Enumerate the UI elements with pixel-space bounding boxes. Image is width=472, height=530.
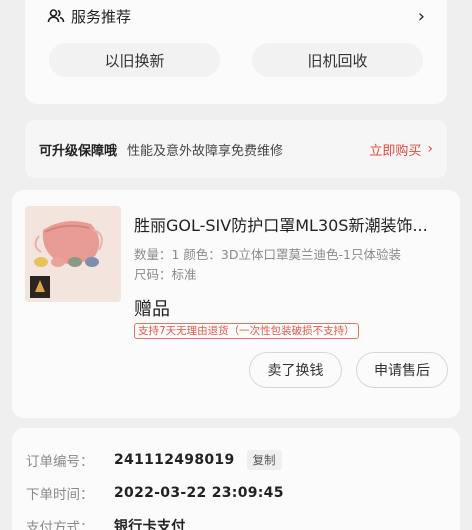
chevron-right-icon: › — [417, 5, 425, 27]
service-recommend-title: 服务推荐 — [71, 7, 132, 26]
people-icon — [47, 9, 65, 23]
order-info-card: 订单编号： 241112498019 复制 下单时间： 2022-03-22 2… — [12, 428, 460, 530]
product-thumbnail[interactable] — [25, 206, 121, 302]
gift-label: 赠品 — [134, 299, 170, 320]
recycle-button[interactable]: 旧机回收 — [252, 43, 423, 77]
order-time-value: 2022-03-22 23:09:45 — [114, 485, 284, 501]
upgrade-description: 性能及意外故障享免费维修 — [127, 143, 284, 159]
order-time-label: 下单时间： — [26, 487, 94, 503]
product-card: 胜丽GOL-SIV防护口罩ML30S新潮装饰... 数量：1 颜色：3D立体口罩… — [12, 190, 460, 418]
payment-method-label: 支付方式： — [26, 520, 94, 530]
order-number-value: 241112498019 — [114, 452, 235, 468]
buy-now-label: 立即购买 — [369, 143, 422, 159]
product-size-line: 尺码：标准 — [134, 267, 197, 282]
trade-in-button[interactable]: 以旧换新 — [49, 43, 220, 77]
order-number-label: 订单编号： — [26, 454, 94, 470]
return-policy-badge: 支持7天无理由退货（一次性包装破损不支持） — [134, 323, 359, 339]
product-spec-line: 数量：1 颜色：3D立体口罩莫兰迪色-1只体验装 — [134, 247, 401, 262]
service-recommend-row[interactable]: 服务推荐 › — [47, 2, 425, 30]
product-title[interactable]: 胜丽GOL-SIV防护口罩ML30S新潮装饰... — [134, 212, 450, 236]
upgrade-protection-banner: 可升级保障哦 性能及意外故障享免费维修 立即购买 › — [25, 120, 447, 178]
after-sales-button[interactable]: 申请售后 — [356, 352, 448, 388]
sell-for-cash-button[interactable]: 卖了换钱 — [249, 352, 342, 388]
mask-image-icon — [25, 206, 121, 302]
upgrade-title: 可升级保障哦 — [39, 143, 118, 159]
chevron-right-icon: › — [427, 141, 433, 157]
copy-button[interactable]: 复制 — [246, 450, 282, 470]
order-time-row: 下单时间： 2022-03-22 23:09:45 — [26, 483, 284, 503]
buy-now-link[interactable]: 立即购买 › — [369, 140, 433, 159]
product-meta: 数量：1 颜色：3D立体口罩莫兰迪色-1只体验装 尺码：标准 — [134, 245, 444, 285]
payment-method-row: 支付方式： 银行卡支付 — [26, 516, 186, 530]
service-card: 服务推荐 › 以旧换新 旧机回收 — [25, 0, 447, 104]
payment-method-value: 银行卡支付 — [114, 519, 186, 530]
order-number-row: 订单编号： 241112498019 复制 — [26, 450, 282, 470]
